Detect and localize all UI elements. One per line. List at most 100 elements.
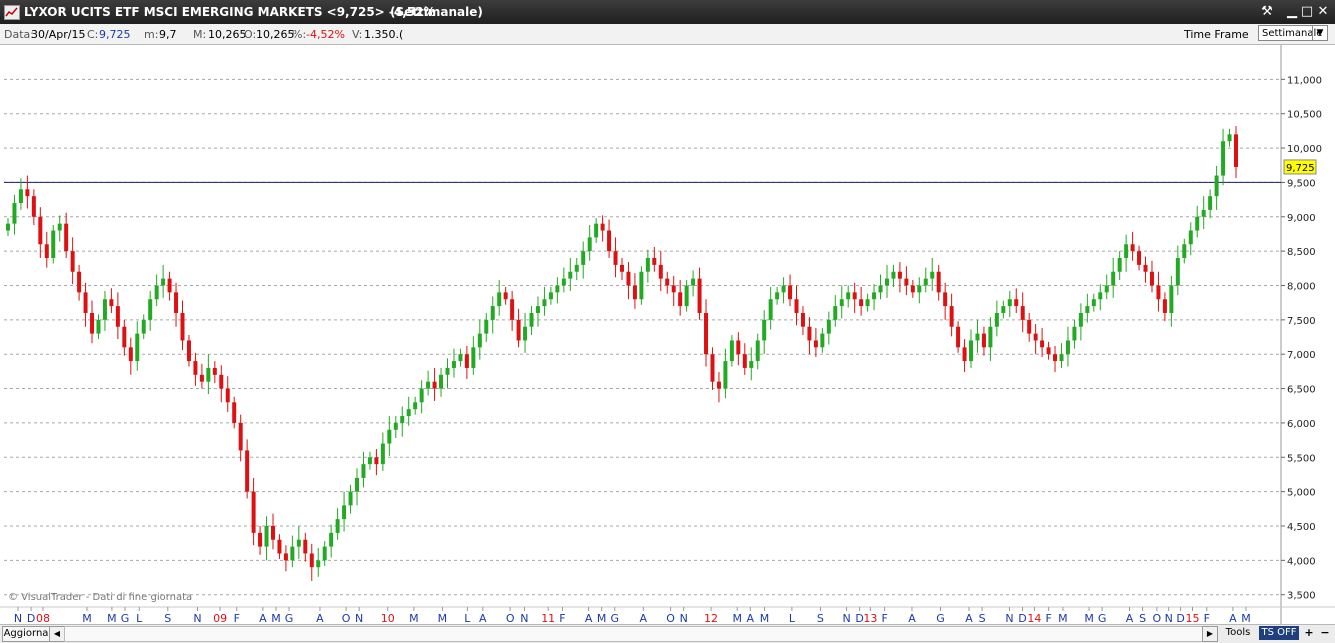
candle-body bbox=[607, 230, 612, 252]
x-tick-label: F bbox=[1046, 612, 1052, 624]
window-title: LYXOR UCITS ETF MSCI EMERGING MARKETS <9… bbox=[24, 5, 436, 19]
candle-body bbox=[77, 271, 82, 293]
y-tick-label: 8,000 bbox=[1287, 281, 1316, 292]
zoom-in-button[interactable]: + bbox=[1302, 626, 1316, 640]
candle-body bbox=[626, 271, 631, 286]
zoom-out-button[interactable]: − bbox=[1318, 626, 1332, 640]
y-tick-label: 7,500 bbox=[1287, 316, 1316, 327]
x-tick-label: O bbox=[666, 612, 675, 624]
candle-body bbox=[859, 299, 864, 307]
scroll-left-icon[interactable]: ◀ bbox=[49, 626, 65, 642]
x-tick-label: 14 bbox=[1027, 612, 1041, 624]
candle-body bbox=[387, 429, 392, 444]
y-tick-label: 7,000 bbox=[1287, 350, 1316, 361]
x-tick-label: M bbox=[409, 612, 419, 624]
candle-body bbox=[464, 354, 469, 368]
time-frame-select[interactable]: Settimanale ▼ bbox=[1258, 25, 1328, 41]
x-tick-label: N bbox=[1005, 612, 1013, 624]
title-bar: LYXOR UCITS ETF MSCI EMERGING MARKETS <9… bbox=[0, 0, 1335, 24]
candle-body bbox=[878, 285, 883, 293]
x-tick-label: A bbox=[640, 612, 648, 624]
candle-body bbox=[510, 299, 515, 320]
minimize-icon[interactable]: ▁ bbox=[1284, 4, 1300, 20]
candle-body bbox=[451, 361, 456, 368]
price-chart[interactable]: 11,000 10,500 10,000 9,500 9,000 8,500 8,000 7,… bbox=[0, 45, 1335, 624]
x-tick-label: M bbox=[732, 612, 742, 624]
candle-body bbox=[432, 381, 437, 389]
candle-body bbox=[1214, 175, 1219, 197]
candle-body bbox=[548, 292, 553, 300]
candle-body bbox=[600, 223, 605, 231]
candle-body bbox=[503, 292, 508, 300]
x-tick-label: F bbox=[1204, 612, 1210, 624]
candle-body bbox=[975, 333, 980, 341]
candle-body bbox=[923, 278, 928, 286]
x-tick-label: N bbox=[1165, 612, 1173, 624]
scroll-right-icon[interactable]: ▶ bbox=[1202, 626, 1218, 642]
x-tick-label: S bbox=[1139, 612, 1146, 624]
candle-body bbox=[245, 450, 250, 492]
ts-off-button[interactable]: TS OFF bbox=[1259, 626, 1299, 640]
candle-body bbox=[186, 340, 191, 362]
candle-body bbox=[1137, 251, 1142, 265]
time-frame-label: Time Frame bbox=[1184, 28, 1249, 41]
x-tick-label: 09 bbox=[213, 612, 227, 624]
candle-body bbox=[742, 354, 747, 368]
quote-info-bar: Data: 30/Apr/15 C: 9,725 m: 9,7 M: 10,26… bbox=[0, 24, 1335, 45]
x-tick-label: 15 bbox=[1186, 612, 1200, 624]
x-tick-label: M bbox=[760, 612, 770, 624]
candle-body bbox=[115, 306, 120, 327]
x-tick-label: L bbox=[789, 612, 796, 624]
x-tick-label: A bbox=[1229, 612, 1237, 624]
candle-body bbox=[697, 278, 702, 313]
candle-body bbox=[1143, 264, 1148, 272]
candle-body bbox=[846, 292, 851, 300]
tools-icon[interactable]: ⚒ bbox=[1259, 4, 1275, 20]
y-tick-label: 8,500 bbox=[1287, 247, 1316, 258]
candle-body bbox=[917, 285, 922, 293]
candle-body bbox=[574, 264, 579, 272]
x-tick-label: D bbox=[27, 612, 35, 624]
refresh-button[interactable]: Aggiorna bbox=[2, 626, 50, 642]
candle-body bbox=[632, 285, 637, 300]
candle-body bbox=[367, 457, 372, 465]
data-label: Data: bbox=[4, 28, 34, 41]
candle-body bbox=[258, 532, 263, 547]
candle-body bbox=[981, 333, 986, 348]
dropdown-arrow-icon[interactable]: ▼ bbox=[1312, 26, 1327, 40]
candle-body bbox=[542, 299, 547, 307]
x-tick-label: M bbox=[1241, 612, 1251, 624]
x-tick-label: G bbox=[1098, 612, 1107, 624]
candle-body bbox=[148, 299, 153, 320]
candle-body bbox=[930, 271, 935, 279]
y-tick-label: 10,500 bbox=[1287, 110, 1322, 121]
x-tick-label: A bbox=[1126, 612, 1134, 624]
candle-body bbox=[523, 326, 528, 341]
x-tick-label: F bbox=[881, 612, 887, 624]
candle-body bbox=[1130, 244, 1135, 252]
candle-body bbox=[6, 223, 10, 231]
y-tick-label: 10,000 bbox=[1287, 144, 1322, 155]
candle-body bbox=[1208, 196, 1213, 210]
maximize-icon[interactable]: □ bbox=[1299, 4, 1315, 20]
candle-body bbox=[174, 292, 179, 313]
candle-body bbox=[865, 299, 870, 307]
y-tick-label: 4,500 bbox=[1287, 522, 1316, 533]
candle-body bbox=[393, 422, 398, 430]
candle-body bbox=[283, 553, 288, 561]
candle-body bbox=[658, 264, 663, 279]
candle-body bbox=[161, 278, 166, 286]
tools-button[interactable]: Tools bbox=[1219, 626, 1257, 640]
candle-body bbox=[613, 251, 618, 265]
bottom-toolbar: Aggiorna ◀ ▶ Tools TS OFF + − bbox=[0, 624, 1335, 643]
x-tick-label: N bbox=[842, 612, 850, 624]
chart-app-icon bbox=[4, 5, 20, 20]
y-tick-label: 3,500 bbox=[1287, 591, 1316, 602]
candle-body bbox=[891, 271, 896, 279]
horizontal-scrollbar[interactable] bbox=[64, 626, 1203, 642]
candle-body bbox=[51, 230, 56, 259]
y-tick-label: 6,000 bbox=[1287, 419, 1316, 430]
candle-body bbox=[852, 292, 857, 300]
x-tick-label: S bbox=[979, 612, 986, 624]
close-icon[interactable]: ✕ bbox=[1315, 4, 1331, 20]
